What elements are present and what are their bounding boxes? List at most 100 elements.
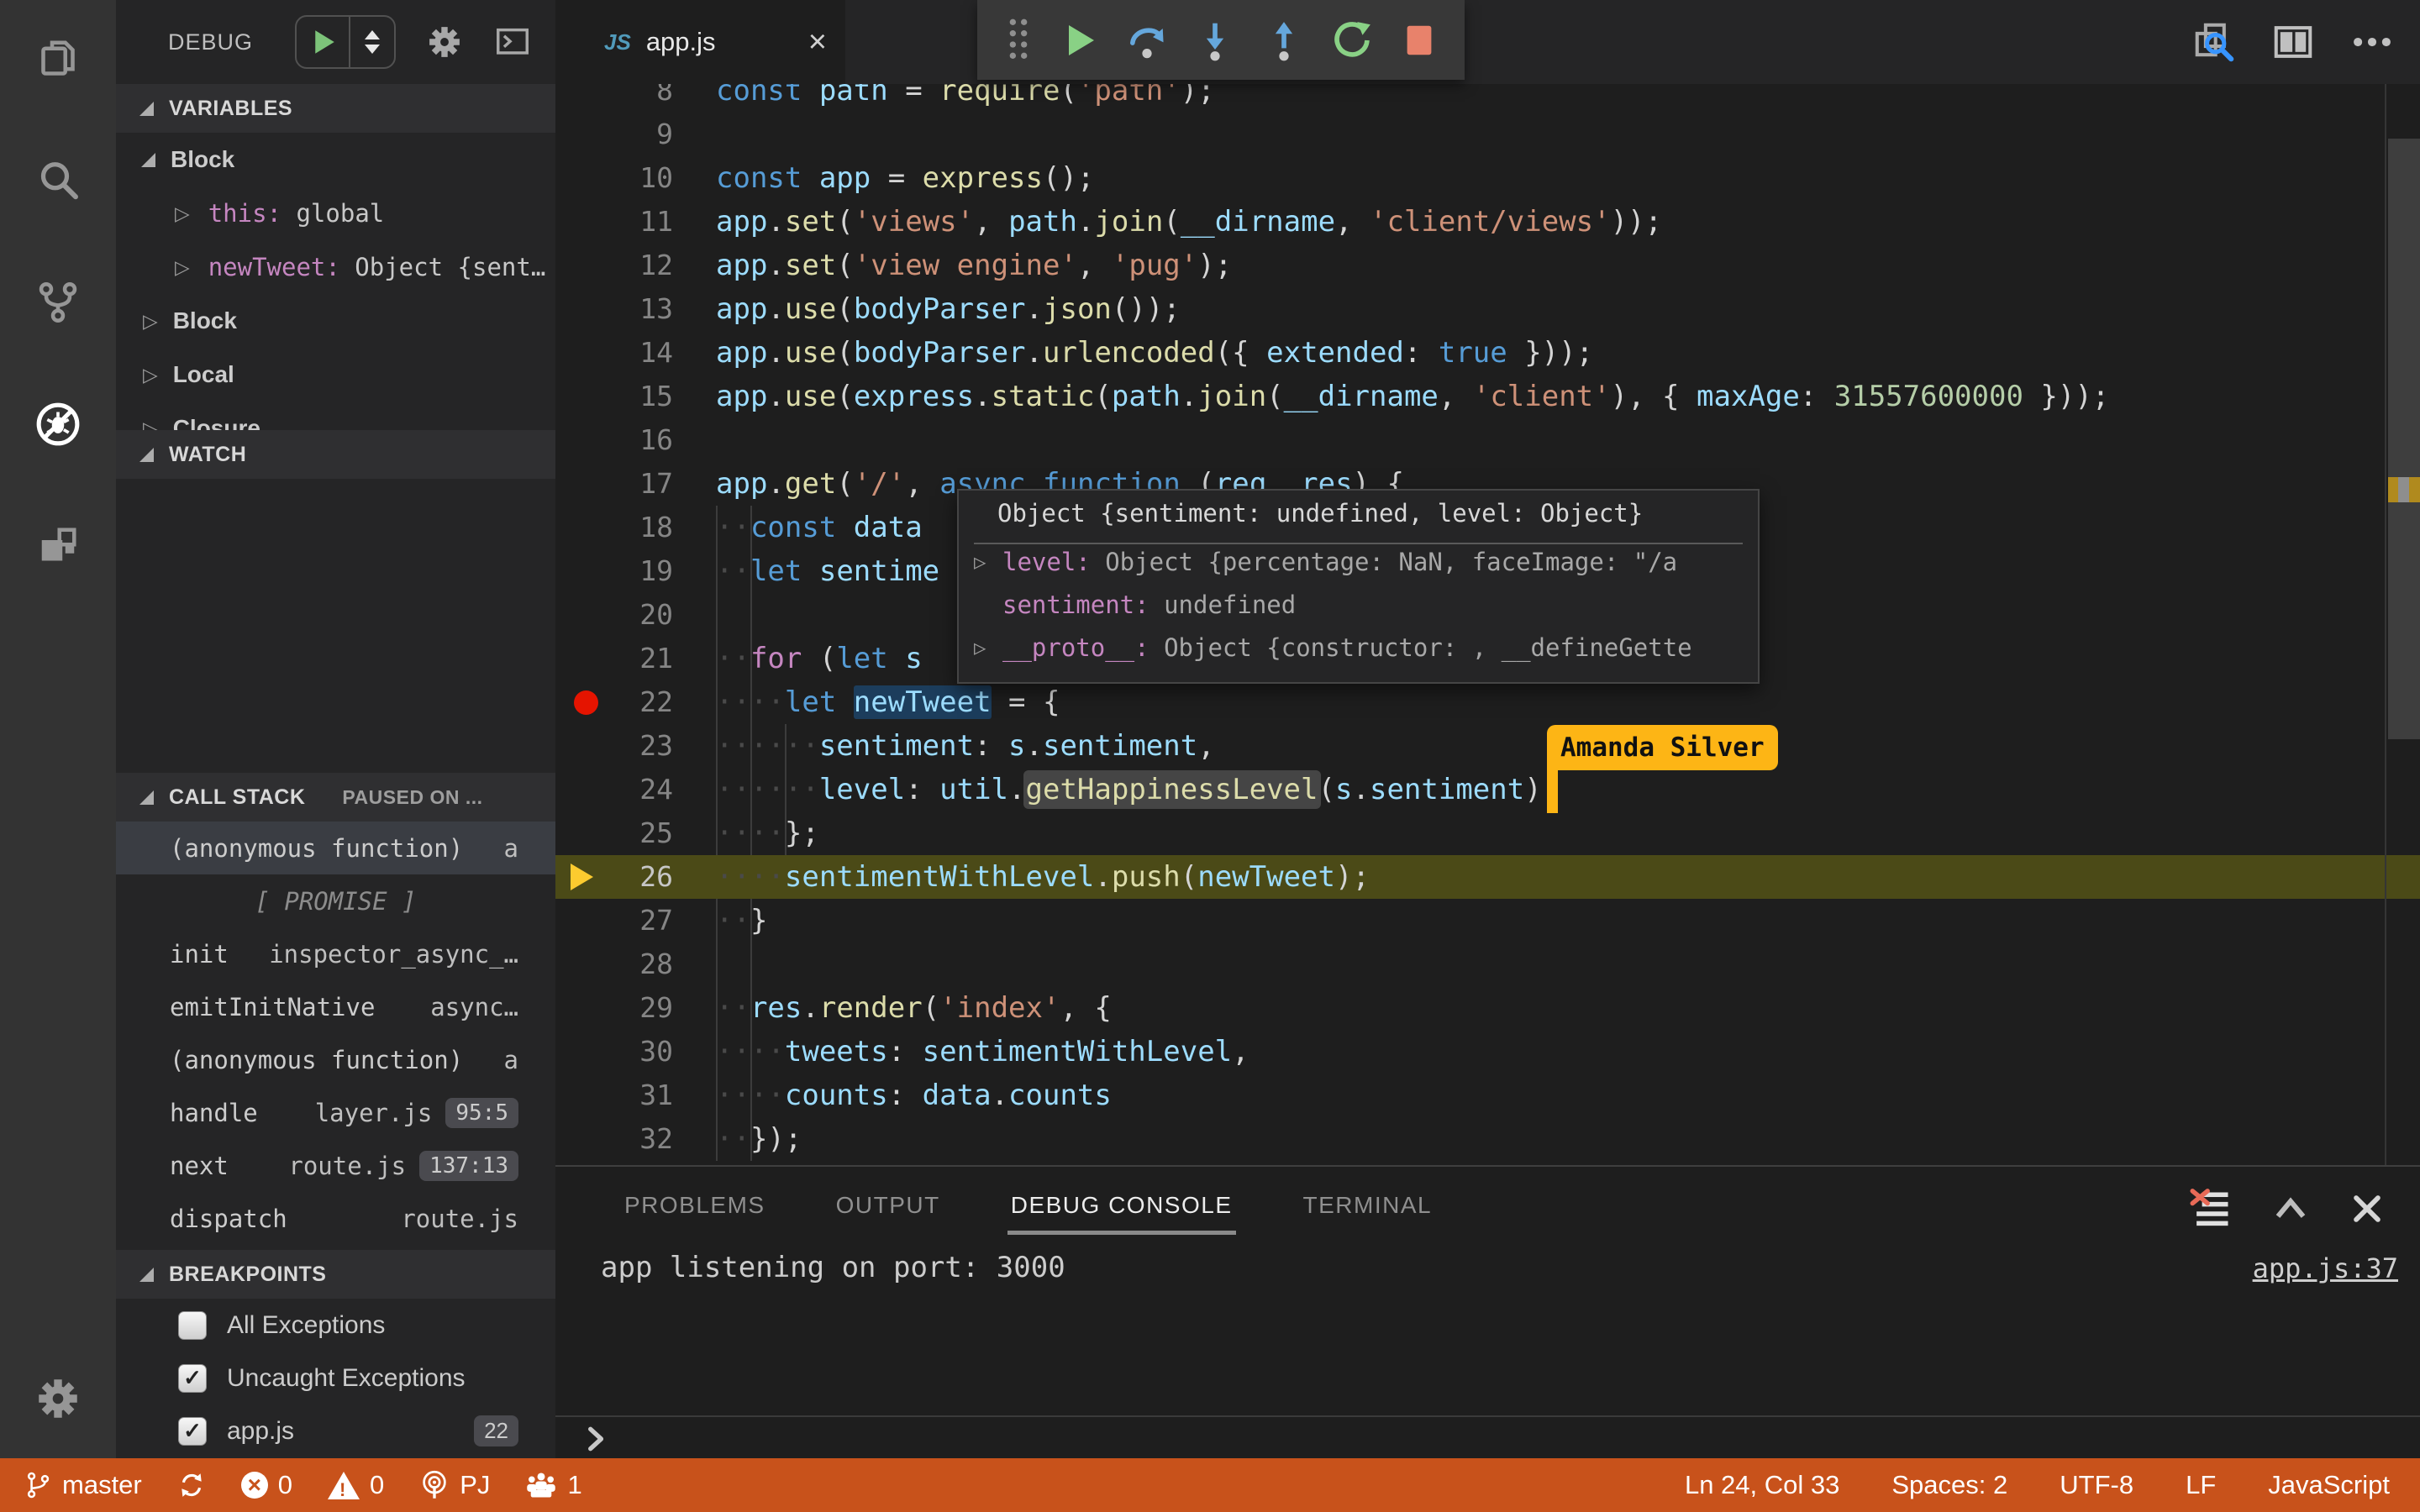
status-item-lf[interactable]: LF bbox=[2186, 1470, 2216, 1500]
stack-frame-row[interactable]: next route.js 137:13 bbox=[116, 1139, 555, 1192]
start-debug-button[interactable] bbox=[297, 17, 351, 67]
code-line[interactable]: 10 const app = express(); bbox=[555, 156, 2420, 200]
panel-tab-output[interactable]: OUTPUT bbox=[833, 1177, 944, 1235]
more-actions-icon bbox=[2349, 19, 2395, 65]
activity-bar-item-source-control[interactable] bbox=[0, 256, 116, 349]
stack-frame-row[interactable]: (anonymous function) a bbox=[116, 1033, 555, 1086]
call-stack-section-header[interactable]: CALL STACK PAUSED ON ... bbox=[116, 773, 555, 822]
breakpoint-row[interactable]: ✓ Uncaught Exceptions bbox=[116, 1352, 555, 1404]
code-line[interactable]: 16 bbox=[555, 418, 2420, 462]
stop-button[interactable] bbox=[1400, 21, 1439, 60]
code-line[interactable]: 11 app.set('views', path.join(__dirname, … bbox=[555, 200, 2420, 244]
code-line[interactable]: 28 bbox=[555, 942, 2420, 986]
stack-frame-row[interactable]: handle layer.js 95:5 bbox=[116, 1086, 555, 1139]
tab-app-js[interactable]: JS app.js × bbox=[555, 0, 845, 84]
launch-config-group[interactable] bbox=[295, 15, 397, 69]
start-debug-icon bbox=[306, 25, 339, 59]
popup-property-row[interactable]: ▷ __proto__: Object {constructor: , __def… bbox=[959, 627, 1758, 669]
status-item-sync[interactable] bbox=[177, 1471, 206, 1499]
code-line[interactable]: 32 ··}); bbox=[555, 1117, 2420, 1161]
stack-frame-row[interactable]: emitInitNative async… bbox=[116, 980, 555, 1033]
status-item-utf-8[interactable]: UTF-8 bbox=[2060, 1470, 2133, 1500]
status-item-javascript[interactable]: JavaScript bbox=[2268, 1470, 2390, 1500]
debug-console-toggle-button[interactable] bbox=[493, 23, 532, 61]
close-tab-icon[interactable]: × bbox=[808, 26, 827, 58]
code-line[interactable]: 15 app.use(express.static(path.join(__dir… bbox=[555, 375, 2420, 418]
code-line[interactable]: 25 ····}; bbox=[555, 811, 2420, 855]
breakpoint-row[interactable]: All Exceptions bbox=[116, 1299, 555, 1352]
breakpoints-section-header[interactable]: BREAKPOINTS bbox=[116, 1250, 555, 1299]
close-panel-button[interactable] bbox=[2348, 1189, 2386, 1228]
activity-bar-item-debug[interactable] bbox=[0, 378, 116, 470]
launch-config-selector[interactable] bbox=[350, 17, 394, 67]
popup-property-row[interactable]: sentiment: undefined bbox=[959, 584, 1758, 627]
stack-frame-row[interactable]: dispatch route.js bbox=[116, 1192, 555, 1245]
checkbox-checked[interactable]: ✓ bbox=[178, 1416, 207, 1446]
code-line[interactable]: 22 ····let newTweet = { bbox=[555, 680, 2420, 724]
variable-scope-row[interactable]: Block bbox=[116, 133, 555, 186]
status-item-ln-24-col-33[interactable]: Ln 24, Col 33 bbox=[1685, 1470, 1839, 1500]
variable-scope-row[interactable]: ▷ Local bbox=[116, 348, 555, 402]
status-item-1[interactable]: 1 bbox=[525, 1470, 582, 1500]
checkbox-checked[interactable]: ✓ bbox=[178, 1363, 207, 1393]
debug-console-input[interactable] bbox=[555, 1415, 2420, 1460]
activity-bar-item-extensions[interactable] bbox=[0, 500, 116, 592]
code-line[interactable]: 23 ······sentiment: s.sentiment, bbox=[555, 724, 2420, 768]
twisty-collapsed-icon[interactable]: ▷ bbox=[974, 541, 986, 584]
status-item-0[interactable]: ! 0 bbox=[328, 1470, 384, 1500]
debug-hover-popup: Object {sentiment: undefined, level: Obj… bbox=[957, 489, 1760, 684]
files-icon bbox=[34, 35, 82, 82]
continue-button[interactable] bbox=[1059, 20, 1099, 60]
step-over-button[interactable] bbox=[1126, 19, 1168, 61]
variable-scope-row[interactable]: ▷ Block bbox=[116, 294, 555, 348]
source-location-link[interactable]: app.js:37 bbox=[2253, 1252, 2398, 1284]
step-out-button[interactable] bbox=[1263, 19, 1305, 61]
panel-tab-terminal[interactable]: TERMINAL bbox=[1300, 1177, 1436, 1235]
status-item-0[interactable]: × 0 bbox=[240, 1470, 292, 1500]
code-line[interactable]: 30 ····tweets: sentimentWithLevel, bbox=[555, 1030, 2420, 1074]
code-line[interactable]: 14 app.use(bodyParser.urlencoded({ extend… bbox=[555, 331, 2420, 375]
variable-row[interactable]: ▷ newTweet: Object {sent… bbox=[116, 240, 555, 294]
scrollbar-thumb[interactable] bbox=[2388, 139, 2420, 739]
code-line[interactable]: 24 ······level: util.getHappinessLevel(s.… bbox=[555, 768, 2420, 811]
split-editor-button[interactable] bbox=[2270, 19, 2316, 65]
panel-tab-problems[interactable]: PROBLEMS bbox=[621, 1177, 769, 1235]
prompt-chevron-icon bbox=[588, 1426, 604, 1451]
line-number: 28 bbox=[639, 948, 673, 980]
activity-bar-item-search[interactable] bbox=[0, 134, 116, 227]
status-item-spaces-2[interactable]: Spaces: 2 bbox=[1891, 1470, 2007, 1500]
settings-gear-button[interactable] bbox=[0, 1352, 116, 1445]
stack-frame-row[interactable]: init inspector_async_… bbox=[116, 927, 555, 980]
variable-row[interactable]: ▷ this: global bbox=[116, 186, 555, 240]
status-item-master[interactable]: master bbox=[24, 1470, 142, 1500]
frame-location: async… bbox=[430, 993, 518, 1021]
panel-tab-debug-console[interactable]: DEBUG CONSOLE bbox=[1007, 1177, 1236, 1235]
code-line[interactable]: 26 ····sentimentWithLevel.push(newTweet); bbox=[555, 855, 2420, 899]
step-into-button[interactable] bbox=[1194, 19, 1236, 61]
javascript-file-icon: JS bbox=[604, 29, 631, 55]
code-line[interactable]: 27 ··} bbox=[555, 899, 2420, 942]
more-actions-button[interactable] bbox=[2349, 19, 2395, 65]
code-line[interactable]: 31 ····counts: data.counts bbox=[555, 1074, 2420, 1117]
restart-button[interactable] bbox=[1331, 19, 1373, 61]
variables-section-header[interactable]: VARIABLES bbox=[116, 84, 555, 133]
overview-ruler[interactable] bbox=[2385, 0, 2420, 1165]
twisty-collapsed-icon[interactable]: ▷ bbox=[974, 627, 986, 669]
stack-promise-row[interactable]: [ PROMISE ] bbox=[116, 874, 555, 927]
code-line[interactable]: 9 bbox=[555, 113, 2420, 156]
code-line[interactable]: 29 ··res.render('index', { bbox=[555, 986, 2420, 1030]
find-references-button[interactable] bbox=[2191, 19, 2237, 65]
popup-property-row[interactable]: ▷ level: Object {percentage: NaN, faceIma… bbox=[959, 541, 1758, 584]
checkbox-unchecked[interactable] bbox=[178, 1310, 207, 1340]
status-item-PJ[interactable]: PJ bbox=[419, 1470, 490, 1500]
maximize-panel-button[interactable] bbox=[2270, 1189, 2311, 1229]
sync-icon bbox=[177, 1471, 206, 1499]
stack-frame-row[interactable]: (anonymous function) a bbox=[116, 822, 555, 874]
activity-bar-item-files[interactable] bbox=[0, 13, 116, 105]
watch-section-header[interactable]: WATCH bbox=[116, 430, 555, 479]
clear-console-button[interactable] bbox=[2190, 1187, 2233, 1231]
code-line[interactable]: 13 app.use(bodyParser.json()); bbox=[555, 287, 2420, 331]
code-line[interactable]: 12 app.set('view engine', 'pug'); bbox=[555, 244, 2420, 287]
breakpoint-row[interactable]: ✓ app.js 22 bbox=[116, 1404, 555, 1457]
configure-gear-button[interactable] bbox=[426, 24, 463, 60]
